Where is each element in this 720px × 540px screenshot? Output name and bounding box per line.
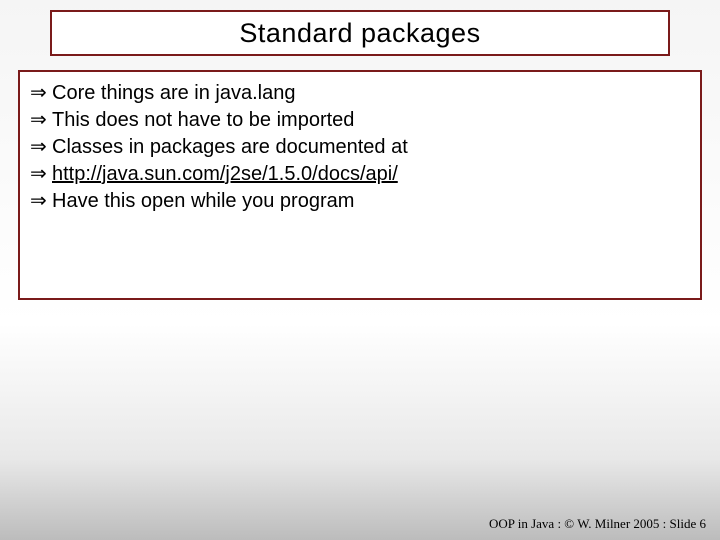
api-docs-link[interactable]: http://java.sun.com/j2se/1.5.0/docs/api/	[52, 161, 398, 188]
bullet-item: ⇒ Have this open while you program	[30, 188, 690, 215]
bullet-arrow-icon: ⇒	[30, 107, 52, 134]
bullet-text: Have this open while you program	[52, 188, 354, 215]
bullet-item: ⇒ This does not have to be imported	[30, 107, 690, 134]
bullet-text: Core things are in java.lang	[52, 80, 295, 107]
bullet-arrow-icon: ⇒	[30, 80, 52, 107]
title-box: Standard packages	[50, 10, 670, 56]
bullet-item: ⇒ Classes in packages are documented at	[30, 134, 690, 161]
bullet-text: Classes in packages are documented at	[52, 134, 408, 161]
bullet-arrow-icon: ⇒	[30, 161, 52, 188]
bullet-text: This does not have to be imported	[52, 107, 354, 134]
bullet-arrow-icon: ⇒	[30, 188, 52, 215]
bullet-item: ⇒ http://java.sun.com/j2se/1.5.0/docs/ap…	[30, 161, 690, 188]
content-box: ⇒ Core things are in java.lang ⇒ This do…	[18, 70, 702, 300]
bullet-arrow-icon: ⇒	[30, 134, 52, 161]
slide-footer: OOP in Java : © W. Milner 2005 : Slide 6	[489, 516, 706, 532]
bullet-item: ⇒ Core things are in java.lang	[30, 80, 690, 107]
slide-title: Standard packages	[239, 18, 480, 49]
